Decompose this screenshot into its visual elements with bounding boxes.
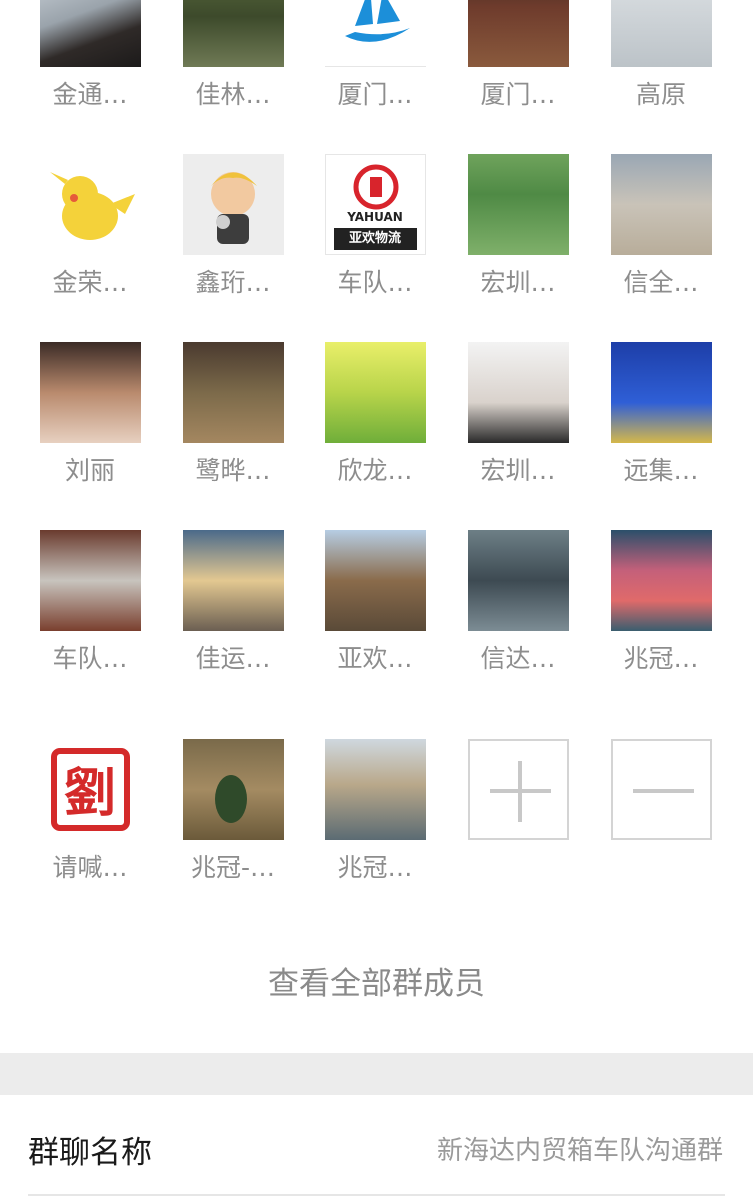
member-avatar bbox=[324, 530, 426, 631]
member-item[interactable]: 金通… bbox=[19, 0, 161, 111]
member-avatar bbox=[324, 739, 426, 840]
member-name: 高原 bbox=[635, 80, 686, 109]
member-avatar bbox=[467, 342, 569, 443]
member-avatar bbox=[610, 0, 712, 67]
view-all-members-button[interactable]: 查看全部群成员 bbox=[0, 958, 753, 1003]
member-avatar bbox=[182, 530, 284, 631]
member-avatar bbox=[182, 739, 284, 840]
member-item[interactable]: 远集… bbox=[590, 342, 732, 487]
seal-stamp-icon: 劉 bbox=[50, 748, 130, 831]
member-name: 鑫珩… bbox=[195, 268, 271, 297]
member-item[interactable]: 兆冠… bbox=[304, 739, 446, 884]
member-item[interactable]: 厦门… bbox=[304, 0, 446, 111]
member-item[interactable]: 佳运… bbox=[162, 530, 304, 675]
member-name: 兆冠… bbox=[337, 853, 413, 882]
member-avatar bbox=[39, 0, 141, 67]
member-name: 佳运… bbox=[195, 644, 271, 673]
member-avatar bbox=[182, 154, 284, 255]
member-avatar bbox=[182, 342, 284, 443]
member-avatar bbox=[182, 0, 284, 67]
member-name: 宏圳… bbox=[480, 456, 556, 485]
member-item[interactable]: 信达… bbox=[447, 530, 589, 675]
member-avatar bbox=[39, 530, 141, 631]
member-item[interactable]: 厦门… bbox=[447, 0, 589, 111]
member-avatar bbox=[467, 154, 569, 255]
row-divider bbox=[28, 1194, 725, 1196]
member-name: 远集… bbox=[623, 456, 699, 485]
member-item[interactable]: 兆冠-… bbox=[162, 739, 304, 884]
svg-text:劉: 劉 bbox=[63, 763, 115, 824]
logo-text: YAHUAN bbox=[347, 210, 403, 224]
member-name: 佳林… bbox=[195, 80, 271, 109]
member-name: 信达… bbox=[480, 644, 556, 673]
member-item[interactable]: 鑫珩… bbox=[162, 154, 304, 299]
member-item[interactable]: 信全… bbox=[590, 154, 732, 299]
remove-member-button[interactable] bbox=[590, 739, 732, 840]
member-name: 兆冠… bbox=[623, 644, 699, 673]
member-name: 信全… bbox=[623, 268, 699, 297]
member-name: 厦门… bbox=[480, 80, 556, 109]
member-avatar bbox=[610, 154, 712, 255]
member-avatar: YAHUAN 亚欢物流 bbox=[324, 154, 426, 255]
member-avatar bbox=[467, 530, 569, 631]
add-member-button[interactable] bbox=[447, 739, 589, 840]
member-name: 宏圳… bbox=[480, 268, 556, 297]
pikachu-icon bbox=[49, 172, 135, 240]
member-name: 金通… bbox=[52, 80, 128, 109]
minus-icon bbox=[610, 739, 712, 840]
cartoon-icon bbox=[210, 172, 257, 244]
group-name-row[interactable]: 群聊名称 新海达内贸箱车队沟通群 bbox=[0, 1095, 753, 1200]
melon-icon bbox=[214, 775, 247, 823]
member-name: 请喊… bbox=[52, 853, 128, 882]
member-name: 金荣… bbox=[52, 268, 128, 297]
group-name-label: 群聊名称 bbox=[28, 1135, 152, 1171]
member-name: 兆冠-… bbox=[190, 853, 276, 882]
member-name: 车队… bbox=[337, 268, 413, 297]
member-avatar: 劉 bbox=[39, 739, 141, 840]
ship-logo-icon bbox=[344, 0, 410, 42]
member-name: 鹭晔… bbox=[195, 456, 271, 485]
member-item[interactable]: 亚欢… bbox=[304, 530, 446, 675]
member-name: 亚欢… bbox=[337, 644, 413, 673]
logo-text-cn: 亚欢物流 bbox=[333, 228, 417, 250]
member-avatar bbox=[324, 0, 426, 67]
member-name: 欣龙… bbox=[337, 456, 413, 485]
member-item[interactable]: 劉 请喊… bbox=[19, 739, 161, 884]
member-item[interactable]: 刘丽 bbox=[19, 342, 161, 487]
member-item[interactable]: 车队… bbox=[19, 530, 161, 675]
member-item[interactable]: YAHUAN 亚欢物流 车队… bbox=[304, 154, 446, 299]
member-avatar bbox=[39, 154, 141, 255]
member-name: 刘丽 bbox=[64, 456, 115, 485]
member-name: 车队… bbox=[52, 644, 128, 673]
member-avatar bbox=[39, 342, 141, 443]
member-item[interactable]: 宏圳… bbox=[447, 342, 589, 487]
member-item[interactable]: 金荣… bbox=[19, 154, 161, 299]
member-avatar bbox=[324, 342, 426, 443]
member-avatar bbox=[610, 342, 712, 443]
member-item[interactable]: 兆冠… bbox=[590, 530, 732, 675]
member-avatar bbox=[610, 530, 712, 631]
member-item[interactable]: 宏圳… bbox=[447, 154, 589, 299]
member-avatar bbox=[467, 0, 569, 67]
member-item[interactable]: 鹭晔… bbox=[162, 342, 304, 487]
plus-icon bbox=[467, 739, 569, 840]
group-name-value: 新海达内贸箱车队沟通群 bbox=[436, 1136, 723, 1166]
section-divider bbox=[0, 1053, 753, 1095]
member-item[interactable]: 佳林… bbox=[162, 0, 304, 111]
member-name: 厦门… bbox=[337, 80, 413, 109]
member-item[interactable]: 欣龙… bbox=[304, 342, 446, 487]
member-item[interactable]: 高原 bbox=[590, 0, 732, 111]
